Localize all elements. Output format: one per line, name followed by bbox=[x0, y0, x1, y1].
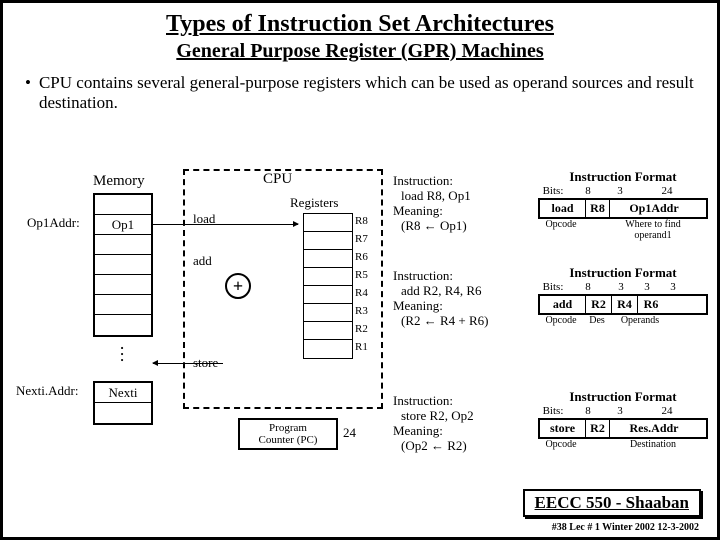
title: Types of Instruction Set Architectures bbox=[17, 11, 703, 38]
format-load: Instruction Format Bits:8324 loadR8Op1Ad… bbox=[538, 169, 708, 241]
reg-label: R4 bbox=[355, 287, 368, 299]
reg-label: R1 bbox=[355, 341, 368, 353]
memory-block-lower: Nexti bbox=[93, 381, 153, 425]
bullet-text: CPU contains several general-purpose reg… bbox=[39, 73, 695, 113]
memory-cell bbox=[95, 295, 151, 315]
memory-cell bbox=[95, 255, 151, 275]
memory-label: Memory bbox=[93, 173, 145, 190]
registers-title: Registers bbox=[290, 195, 338, 211]
plus-icon: + bbox=[225, 273, 251, 299]
pc-label: Program Counter (PC) bbox=[259, 422, 318, 446]
instr-store: Instruction: store R2, Op2 Meaning: (Op2… bbox=[393, 393, 474, 453]
reg-label: R6 bbox=[355, 251, 368, 263]
memory-block: Op1 bbox=[93, 193, 153, 337]
footer-meta: #38 Lec # 1 Winter 2002 12-3-2002 bbox=[552, 522, 699, 533]
pc-value: 24 bbox=[343, 425, 356, 441]
arrow-icon bbox=[153, 363, 223, 364]
reg-label: R5 bbox=[355, 269, 368, 281]
memory-cell bbox=[95, 235, 151, 255]
reg-label: R7 bbox=[355, 233, 368, 245]
reg-label: R2 bbox=[355, 323, 368, 335]
memory-cell-op1: Op1 bbox=[95, 215, 151, 235]
arrow-icon bbox=[153, 224, 298, 225]
diagram: Memory Op1Addr: Op1 … Nexti Nexti.Addr: … bbox=[13, 163, 713, 483]
format-store: Instruction Format Bits:8324 storeR2Res.… bbox=[538, 389, 708, 450]
cpu-box bbox=[183, 169, 383, 409]
cpu-label: CPU bbox=[263, 171, 292, 188]
memory-cell bbox=[95, 315, 151, 335]
subtitle: General Purpose Register (GPR) Machines bbox=[17, 40, 703, 63]
registers-block bbox=[303, 213, 353, 359]
nextiaddr-label: Nexti.Addr: bbox=[16, 383, 78, 399]
instr-load: Instruction: load R8, Op1 Meaning: (R8 ←… bbox=[393, 173, 471, 233]
memory-cell bbox=[95, 275, 151, 295]
memory-cell bbox=[95, 403, 151, 423]
memory-cell-nexti: Nexti bbox=[95, 383, 151, 403]
reg-label: R8 bbox=[355, 215, 368, 227]
pc-box: Program Counter (PC) bbox=[238, 418, 338, 450]
format-add: Instruction Format Bits:8333 addR2R4R6 O… bbox=[538, 265, 708, 326]
add-label: add bbox=[193, 253, 212, 269]
footer-course: EECC 550 - Shaaban bbox=[523, 489, 701, 517]
slide: Types of Instruction Set Architectures G… bbox=[0, 0, 720, 540]
instr-add: Instruction: add R2, R4, R6 Meaning: (R2… bbox=[393, 268, 489, 328]
ellipsis-icon: … bbox=[116, 345, 137, 363]
reg-label: R3 bbox=[355, 305, 368, 317]
memory-cell bbox=[95, 195, 151, 215]
op1addr-label: Op1Addr: bbox=[27, 215, 80, 231]
